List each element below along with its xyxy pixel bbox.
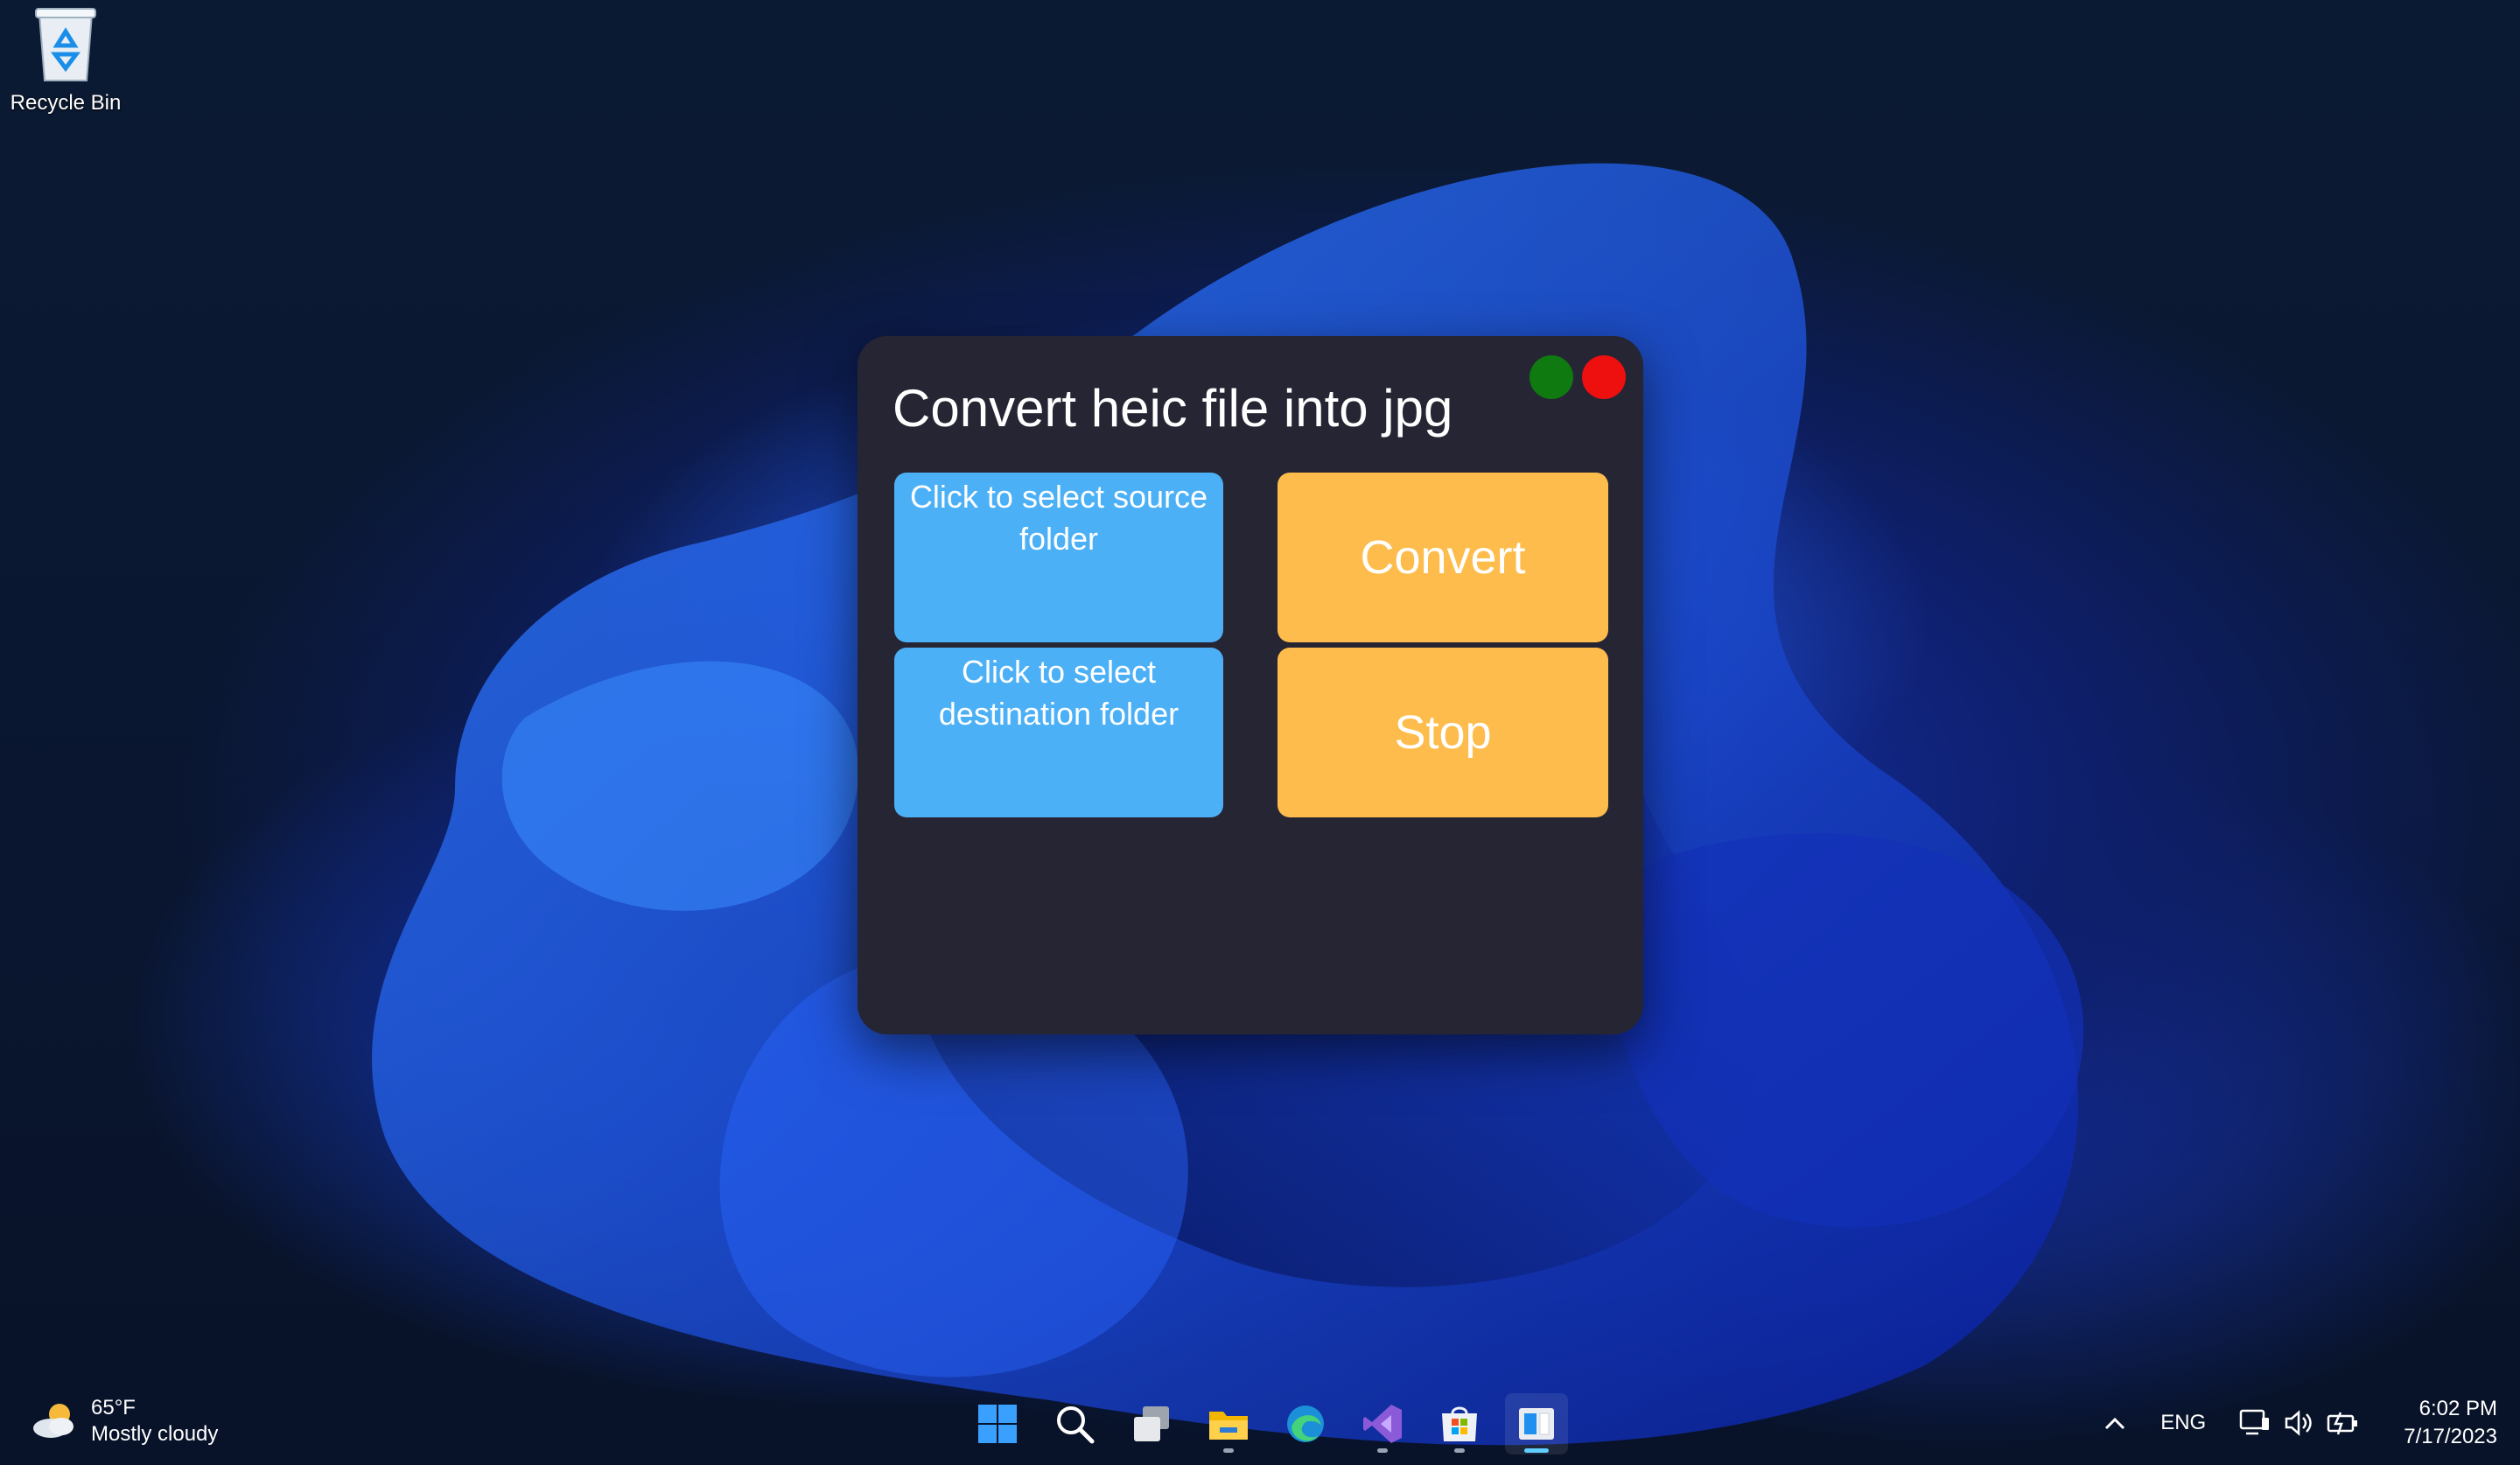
- recycle-bin-label: Recycle Bin: [10, 91, 122, 115]
- language-indicator[interactable]: ENG: [2160, 1411, 2206, 1435]
- converter-app-button[interactable]: [1505, 1393, 1568, 1454]
- volume-icon[interactable]: [2281, 1405, 2316, 1440]
- system-tray: ENG 6:02 PM 7/17/2023: [2097, 1381, 2520, 1465]
- network-icon[interactable]: [2237, 1405, 2272, 1440]
- destination-button-line1: Click to select: [961, 654, 1157, 690]
- taskbar-clock[interactable]: 6:02 PM 7/17/2023: [2404, 1395, 2497, 1451]
- source-button-line2: folder: [1018, 521, 1099, 557]
- destination-button-line2: destination folder: [938, 696, 1180, 732]
- select-destination-folder-button[interactable]: Click to select destination folder: [894, 648, 1223, 817]
- partly-cloudy-icon: [33, 1404, 74, 1438]
- task-view-button[interactable]: [1120, 1393, 1183, 1454]
- app-window-icon: [1519, 1408, 1554, 1440]
- stop-button[interactable]: Stop: [1278, 648, 1608, 817]
- windows-start-icon: [978, 1405, 1017, 1443]
- start-button[interactable]: [966, 1393, 1029, 1454]
- converter-window: Convert heic file into jpg Click to sele…: [858, 336, 1643, 1034]
- convert-label: Convert: [1360, 531, 1526, 584]
- running-indicator: [1454, 1448, 1465, 1453]
- battery-icon[interactable]: [2325, 1405, 2360, 1440]
- edge-icon: [1287, 1405, 1324, 1442]
- weather-description: Mostly cloudy: [91, 1422, 219, 1446]
- source-button-line1: Click to select source: [909, 479, 1208, 515]
- select-source-folder-button[interactable]: Click to select source folder: [894, 473, 1223, 642]
- clock-date: 7/17/2023: [2404, 1425, 2497, 1448]
- edge-button[interactable]: [1274, 1393, 1337, 1454]
- weather-temperature: 65°F: [91, 1396, 136, 1419]
- clock-time: 6:02 PM: [2418, 1397, 2497, 1420]
- weather-widget[interactable]: 65°F Mostly cloudy: [30, 1395, 218, 1447]
- file-explorer-icon: [1209, 1412, 1248, 1440]
- search-button[interactable]: [1043, 1393, 1106, 1454]
- convert-button[interactable]: Convert: [1278, 473, 1608, 642]
- recycle-bin-icon: [35, 8, 96, 81]
- chevron-up-icon[interactable]: [2097, 1405, 2132, 1440]
- microsoft-store-button[interactable]: [1428, 1393, 1491, 1454]
- taskbar-pinned-apps: [966, 1393, 1568, 1454]
- visual-studio-button[interactable]: [1351, 1393, 1414, 1454]
- recycle-bin-shortcut[interactable]: Recycle Bin: [5, 5, 126, 116]
- running-indicator: [1223, 1448, 1234, 1453]
- window-title: Convert heic file into jpg: [892, 379, 1453, 438]
- task-view-icon: [1134, 1406, 1169, 1441]
- minimize-button[interactable]: [1530, 355, 1573, 399]
- stop-label: Stop: [1394, 706, 1492, 759]
- file-explorer-button[interactable]: [1197, 1393, 1260, 1454]
- close-button[interactable]: [1582, 355, 1626, 399]
- running-indicator: [1377, 1448, 1388, 1453]
- search-icon: [1057, 1406, 1095, 1444]
- taskbar: 65°F Mostly cloudy ENG 6:02 PM 7/17/2023: [0, 1381, 2520, 1465]
- microsoft-store-icon: [1442, 1406, 1477, 1441]
- active-indicator: [1524, 1448, 1549, 1453]
- visual-studio-icon: [1363, 1405, 1402, 1443]
